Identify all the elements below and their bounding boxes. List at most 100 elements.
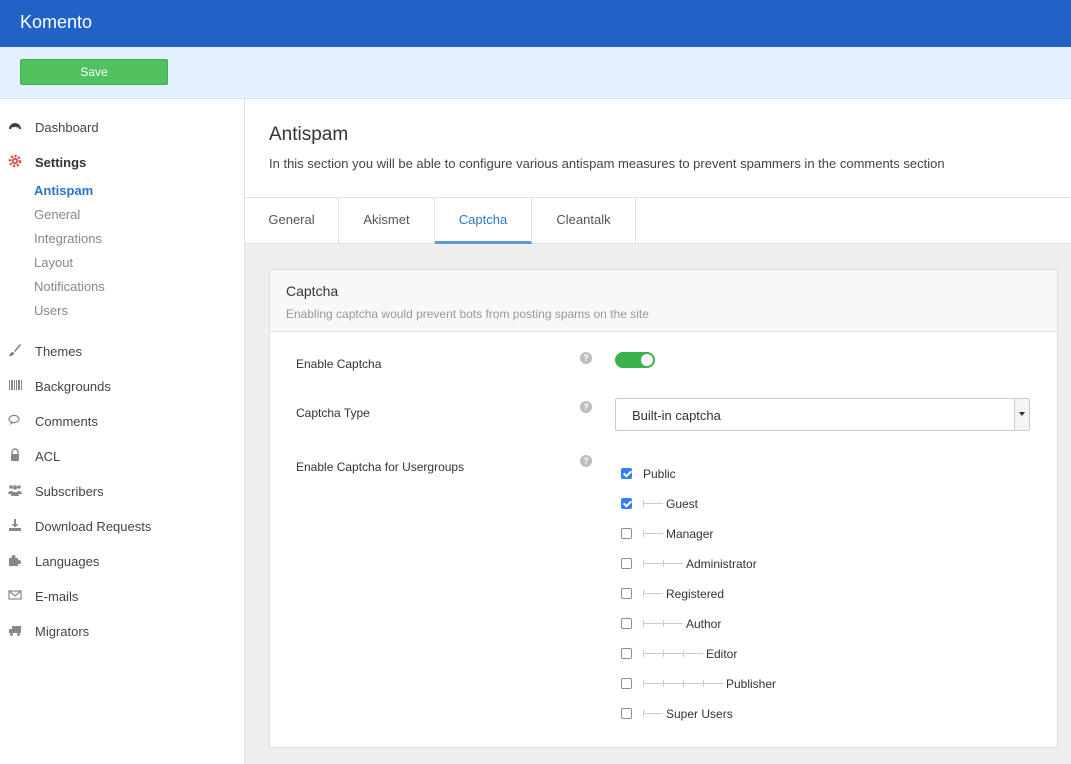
- usergroup-checkbox[interactable]: [621, 588, 632, 599]
- sidebar-item-backgrounds[interactable]: Backgrounds: [0, 373, 244, 399]
- save-button[interactable]: Save: [20, 59, 168, 85]
- tree-tick: [663, 680, 664, 687]
- sidebar-subitem-antispam[interactable]: Antispam: [34, 183, 93, 198]
- usergroup-checkbox[interactable]: [621, 558, 632, 569]
- tree-tick: [683, 680, 684, 687]
- sidebar-item-download-requests[interactable]: Download Requests: [0, 513, 244, 539]
- sidebar-item-label: Subscribers: [35, 484, 104, 499]
- dashboard-icon: [9, 123, 21, 130]
- truck-icon: [9, 626, 21, 636]
- usergroup-label: Guest: [666, 497, 699, 511]
- sidebar-item-label: Migrators: [35, 624, 90, 639]
- tree-connector: [643, 620, 683, 627]
- tree-tick: [643, 680, 644, 687]
- usergroup-label: Author: [686, 617, 722, 631]
- tree-connector: [643, 560, 683, 567]
- sidebar-item-themes[interactable]: Themes: [0, 338, 244, 364]
- sidebar-item-dashboard[interactable]: Dashboard: [0, 114, 244, 140]
- sidebar-item-emails[interactable]: E-mails: [0, 583, 244, 609]
- barcode-icon: [9, 380, 22, 390]
- tree-connector: [643, 500, 663, 507]
- usergroup-checkbox[interactable]: [621, 648, 632, 659]
- tree-connector: [643, 530, 663, 537]
- captcha-panel: Captcha Enabling captcha would prevent b…: [269, 269, 1058, 748]
- usergroup-checkbox[interactable]: [621, 678, 632, 689]
- usergroup-administrator[interactable]: Administrator: [621, 557, 781, 573]
- brush-icon: [9, 344, 21, 356]
- usergroup-manager[interactable]: Manager: [621, 527, 761, 543]
- sidebar-item-label: Languages: [35, 554, 100, 569]
- sidebar-item-label: Download Requests: [35, 519, 152, 534]
- usergroup-checkbox[interactable]: [621, 528, 632, 539]
- sidebar-item-subscribers[interactable]: Subscribers: [0, 478, 244, 504]
- comments-icon: [8, 414, 20, 425]
- usergroup-editor[interactable]: Editor: [621, 647, 781, 663]
- enable-captcha-toggle[interactable]: [615, 352, 655, 368]
- captcha-type-label: Captcha Type: [296, 406, 370, 420]
- usergroup-checkbox[interactable]: [621, 498, 632, 509]
- usergroup-label: Public: [643, 467, 676, 481]
- envelope-icon: [8, 590, 22, 600]
- sidebar-item-label: Comments: [35, 414, 98, 429]
- sidebar-item-comments[interactable]: Comments: [0, 408, 244, 434]
- usergroup-public[interactable]: Public: [621, 467, 741, 483]
- sidebar-subitem-layout[interactable]: Layout: [34, 255, 73, 270]
- tree-tick: [643, 620, 644, 627]
- chevron-down-icon: [1014, 399, 1029, 430]
- tab-captcha[interactable]: Captcha: [435, 198, 532, 244]
- sidebar-item-label: E-mails: [35, 589, 79, 604]
- sidebar-item-label: Settings: [35, 155, 87, 170]
- tab-bar: General Akismet Captcha Cleantalk: [245, 198, 1071, 244]
- toolbar: Save: [0, 47, 1071, 99]
- sidebar-subitem-users[interactable]: Users: [34, 303, 68, 318]
- tree-tick: [643, 650, 644, 657]
- main-content: Antispam In this section you will be abl…: [245, 99, 1071, 764]
- captcha-type-select[interactable]: Built-in captcha: [615, 398, 1030, 431]
- help-icon[interactable]: ?: [580, 401, 592, 413]
- usergroup-super-users[interactable]: Super Users: [621, 707, 761, 723]
- page-description: In this section you will be able to conf…: [269, 156, 945, 171]
- usergroup-checkbox[interactable]: [621, 618, 632, 629]
- tree-tick: [643, 560, 644, 567]
- help-icon[interactable]: ?: [580, 455, 592, 467]
- tree-tick: [703, 680, 704, 687]
- sidebar-item-label: Dashboard: [35, 120, 99, 135]
- usergroup-author[interactable]: Author: [621, 617, 761, 633]
- sidebar-item-acl[interactable]: ACL: [0, 443, 244, 469]
- tab-general[interactable]: General: [245, 198, 339, 244]
- tree-connector: [643, 680, 723, 687]
- usergroup-label: Registered: [666, 587, 725, 601]
- tree-connector: [643, 710, 663, 717]
- usergroup-checkbox[interactable]: [621, 468, 632, 479]
- help-icon[interactable]: ?: [580, 352, 592, 364]
- gear-icon: [8, 154, 22, 168]
- usergroup-label: Super Users: [666, 707, 733, 721]
- sidebar-subitem-integrations[interactable]: Integrations: [34, 231, 102, 246]
- usergroup-label: Publisher: [726, 677, 777, 691]
- tab-cleantalk[interactable]: Cleantalk: [532, 198, 636, 244]
- panel-title: Captcha: [286, 283, 339, 299]
- usergroup-registered[interactable]: Registered: [621, 587, 761, 603]
- sidebar-subitem-notifications[interactable]: Notifications: [34, 279, 105, 294]
- tree-tick: [643, 530, 644, 537]
- tree-tick: [643, 590, 644, 597]
- usergroup-label: Editor: [706, 647, 738, 661]
- sidebar-item-migrators[interactable]: Migrators: [0, 618, 244, 644]
- sidebar-subitem-general[interactable]: General: [34, 207, 80, 222]
- usergroup-checkbox[interactable]: [621, 708, 632, 719]
- enable-captcha-label: Enable Captcha: [296, 357, 382, 371]
- lock-icon: [11, 448, 19, 461]
- page-title: Antispam: [269, 124, 349, 145]
- tree-tick: [663, 650, 664, 657]
- sidebar-item-languages[interactable]: Languages: [0, 548, 244, 574]
- usergroups-label: Enable Captcha for Usergroups: [296, 460, 465, 474]
- page-header: Antispam In this section you will be abl…: [245, 99, 1071, 198]
- usergroup-guest[interactable]: Guest: [621, 497, 741, 513]
- tab-akismet[interactable]: Akismet: [339, 198, 435, 244]
- tree-tick: [663, 620, 664, 627]
- usergroup-publisher[interactable]: Publisher: [621, 677, 801, 693]
- sidebar-item-settings[interactable]: Settings: [0, 149, 244, 175]
- tree-tick: [643, 710, 644, 717]
- panel-header: Captcha Enabling captcha would prevent b…: [270, 270, 1057, 332]
- app-title: Komento: [20, 12, 93, 32]
